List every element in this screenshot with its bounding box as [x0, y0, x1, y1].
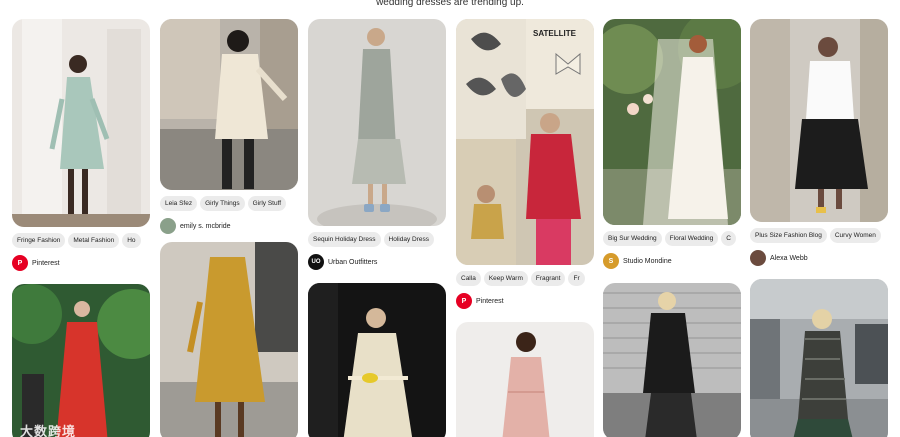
user-avatar — [750, 250, 766, 266]
source-name: Alexa Webb — [770, 254, 808, 262]
pin-image-fringe-fashion[interactable] — [12, 19, 150, 227]
source-name: Pinterest — [32, 259, 60, 267]
pin-column-1: Fringe Fashion Metal Fashion Ho P Pinter… — [12, 19, 150, 437]
collage-title: SATELLITE — [530, 28, 579, 39]
pin-column-6: Plus Size Fashion Blog Curvy Women Alexa… — [750, 19, 888, 437]
source-name: Studio Mondine — [623, 257, 672, 265]
trend-caption: wedding dresses are trending up. — [376, 0, 524, 8]
source-name: Urban Outfitters — [328, 258, 378, 266]
user-avatar — [160, 218, 176, 234]
tag-chip[interactable]: Leia Sfez — [160, 196, 198, 211]
pin-column-4: SATELLITE Calla Keep Warm Fragrant Fr P … — [456, 19, 594, 437]
pin-tags: Sequin Holiday Dress Holiday Dress — [308, 232, 446, 247]
watermark-logo: 大数跨境 — [20, 425, 77, 437]
pin-source[interactable]: Alexa Webb — [750, 249, 888, 267]
pin-tags: Leia Sfez Girly Things Girly Stuff — [160, 196, 298, 211]
pin-column-3: Sequin Holiday Dress Holiday Dress UO Ur… — [308, 19, 446, 437]
pin-source[interactable]: UO Urban Outfitters — [308, 253, 446, 271]
pin-source[interactable]: P Pinterest — [456, 292, 594, 310]
tag-chip[interactable]: Sequin Holiday Dress — [308, 232, 381, 247]
tag-chip[interactable]: Calla — [456, 271, 481, 286]
tag-chip[interactable]: Big Sur Wedding — [603, 231, 662, 246]
tag-chip[interactable]: Metal Fashion — [68, 233, 120, 248]
pin-column-2: Leia Sfez Girly Things Girly Stuff emily… — [160, 19, 298, 437]
tag-chip[interactable]: Girly Stuff — [247, 196, 287, 211]
pin-image-feather-wedding-dress[interactable] — [603, 19, 741, 225]
pin-image-collage[interactable]: SATELLITE — [456, 19, 594, 265]
studio-mondine-avatar: S — [603, 253, 619, 269]
pin-image-red-dress[interactable]: 大数跨境 — [12, 284, 150, 437]
source-name: emily s. mcbride — [180, 222, 231, 230]
pin-image-mustard-dress[interactable] — [160, 242, 298, 437]
urban-outfitters-logo-icon: UO — [308, 254, 324, 270]
pin-image-fringe-dress-dark[interactable] — [308, 283, 446, 437]
pin-column-5: Big Sur Wedding Floral Wedding C S Studi… — [603, 19, 741, 437]
tag-chip[interactable]: Girly Things — [200, 196, 245, 211]
tag-chip[interactable]: Fr — [568, 271, 585, 286]
source-name: Pinterest — [476, 297, 504, 305]
tag-chip[interactable]: Floral Wedding — [664, 231, 719, 246]
pin-tags: Calla Keep Warm Fragrant Fr — [456, 271, 594, 286]
tag-chip[interactable]: C — [721, 231, 736, 246]
tag-chip[interactable]: Holiday Dress — [383, 232, 434, 247]
tag-chip[interactable]: Keep Warm — [483, 271, 528, 286]
tag-chip[interactable]: Ho — [122, 233, 141, 248]
pin-image-fringe-skirt[interactable] — [750, 19, 888, 222]
pin-image-sequin-dress[interactable] — [308, 19, 446, 226]
tag-chip[interactable]: Fragrant — [530, 271, 566, 286]
tag-chip[interactable]: Fringe Fashion — [12, 233, 66, 248]
tag-chip[interactable]: Plus Size Fashion Blog — [750, 228, 827, 243]
tag-chip[interactable]: Curvy Women — [829, 228, 881, 243]
pin-source[interactable]: P Pinterest — [12, 254, 150, 272]
pin-tags: Fringe Fashion Metal Fashion Ho — [12, 233, 150, 248]
pin-image-pink-gown[interactable] — [456, 322, 594, 437]
pinterest-logo-icon: P — [12, 255, 28, 271]
pin-tags: Big Sur Wedding Floral Wedding C — [603, 231, 741, 246]
pin-image-tweed-coat[interactable] — [750, 279, 888, 437]
pin-image-black-blazer[interactable] — [603, 283, 741, 437]
pinterest-logo-icon: P — [456, 293, 472, 309]
pin-source[interactable]: emily s. mcbride — [160, 217, 298, 235]
pin-image-fringe-jacket[interactable] — [160, 19, 298, 190]
pin-source[interactable]: S Studio Mondine — [603, 252, 741, 270]
pin-tags: Plus Size Fashion Blog Curvy Women — [750, 228, 888, 243]
